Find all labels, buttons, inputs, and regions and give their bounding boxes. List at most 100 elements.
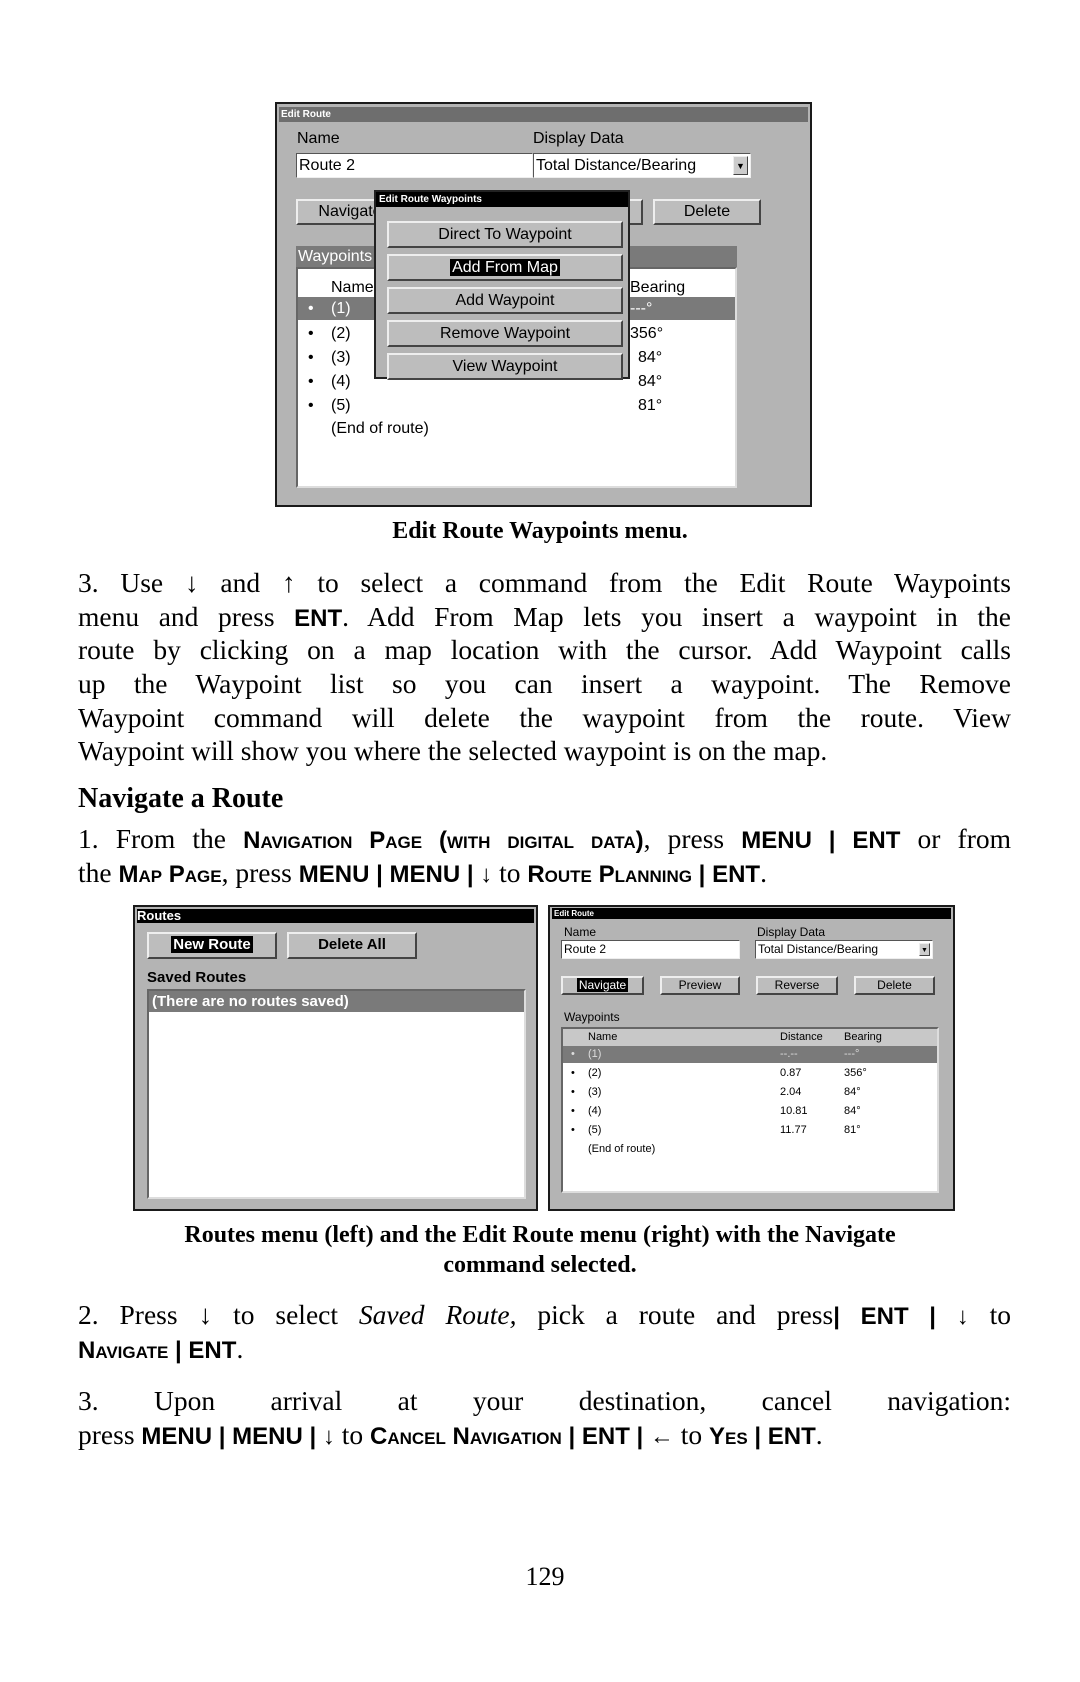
text-run: . bbox=[815, 1418, 823, 1450]
button-label: Navigate bbox=[576, 978, 629, 992]
delete-button[interactable]: Delete bbox=[653, 199, 761, 225]
new-route-button[interactable]: New Route bbox=[147, 932, 277, 959]
delete-all-button[interactable]: Delete All bbox=[287, 932, 417, 959]
waypoint-row[interactable]: • (1) --.-- ---° bbox=[563, 1046, 937, 1063]
name-label: Name bbox=[297, 130, 340, 147]
text-line: 1. From the Navigation Page (with digita… bbox=[78, 822, 1011, 856]
bullet-icon: • bbox=[571, 1124, 575, 1136]
preview-button[interactable]: Preview bbox=[660, 976, 740, 995]
figure-caption: Routes menu (left) and the Edit Route me… bbox=[184, 1222, 896, 1248]
key-sequence: | ENT bbox=[747, 1422, 816, 1450]
key-sequence: | ENT | ↓ bbox=[833, 1303, 969, 1330]
dropdown-arrow-icon[interactable]: ▼ bbox=[919, 943, 930, 956]
waypoint-bearing: 84° bbox=[844, 1105, 861, 1117]
key-sequence: Map Page bbox=[118, 860, 222, 888]
waypoint-name: (1) bbox=[588, 1048, 602, 1060]
step-3-cancel-paragraph: 3. Upon arrival at your destination, can… bbox=[78, 1384, 1011, 1451]
key-sequence: MENU | ENT bbox=[741, 827, 901, 854]
waypoint-row[interactable]: • (3) 2.04 84° bbox=[563, 1084, 937, 1101]
end-of-route: (End of route) bbox=[588, 1143, 656, 1155]
saved-routes-list[interactable]: (There are no routes saved) bbox=[147, 989, 526, 1199]
text-run: to bbox=[968, 1299, 1012, 1330]
menu-item-remove-waypoint[interactable]: Remove Waypoint bbox=[387, 320, 623, 347]
text-run: 2. Press ↓ to select bbox=[78, 1299, 359, 1330]
text-run: , press bbox=[221, 856, 299, 888]
key-sequence: Cancel Navigation bbox=[369, 1422, 562, 1450]
edit-route-waypoints-popup: Edit Route Waypoints Direct To Waypoint … bbox=[374, 190, 630, 380]
col-name-header: Name bbox=[588, 1031, 618, 1043]
col-name-header: Name bbox=[331, 279, 374, 296]
dropdown-arrow-icon[interactable]: ▼ bbox=[733, 156, 748, 175]
menu-item-direct-to-waypoint[interactable]: Direct To Waypoint bbox=[387, 221, 623, 248]
reverse-button[interactable]: Reverse bbox=[756, 976, 838, 995]
key-sequence: MENU | MENU | ↓ bbox=[141, 1422, 335, 1450]
waypoint-row[interactable]: • (5) 81° bbox=[298, 394, 735, 417]
popup-title-bar: Edit Route Waypoints bbox=[376, 192, 628, 207]
text-run: up the Waypoint list so you can insert a… bbox=[78, 668, 1011, 700]
route-name-input[interactable]: Route 2 bbox=[296, 153, 533, 178]
text-run: . Add From Map lets you insert a waypoin… bbox=[342, 600, 1011, 632]
waypoint-row[interactable]: • (4) 10.81 84° bbox=[563, 1103, 937, 1120]
title-bar: Edit Route bbox=[279, 107, 808, 122]
text-run: Saved Route, bbox=[358, 1299, 517, 1330]
waypoint-distance: 11.77 bbox=[780, 1124, 807, 1136]
menu-item-view-waypoint[interactable]: View Waypoint bbox=[387, 353, 623, 380]
text-run: 1. From the bbox=[78, 823, 244, 854]
waypoint-name: (3) bbox=[588, 1086, 602, 1098]
bullet-icon: • bbox=[308, 300, 314, 317]
menu-item-label: Direct To Waypoint bbox=[438, 226, 572, 243]
menu-item-add-waypoint[interactable]: Add Waypoint bbox=[387, 287, 623, 314]
waypoint-distance: 0.87 bbox=[780, 1067, 802, 1079]
waypoint-bearing: 84° bbox=[844, 1086, 861, 1098]
step-2-paragraph: 2. Press ↓ to select Saved Route, pick a… bbox=[78, 1298, 1011, 1365]
menu-item-add-from-map[interactable]: Add From Map bbox=[387, 254, 623, 281]
key-sequence: Yes bbox=[709, 1422, 748, 1450]
bullet-icon: • bbox=[571, 1048, 575, 1060]
step-3-paragraph: 3. Use ↓ and ↑ to select a command from … bbox=[78, 566, 1011, 768]
text-line: 2. Press ↓ to select Saved Route, pick a… bbox=[78, 1298, 1011, 1332]
edit-route-screen: Edit Route Name Route 2 Display Data Tot… bbox=[275, 102, 812, 507]
waypoint-name: (2) bbox=[331, 325, 351, 342]
bullet-icon: • bbox=[571, 1067, 575, 1079]
edit-route-screen-navigate: Edit Route Name Route 2 Display Data Tot… bbox=[548, 905, 955, 1211]
waypoints-label: Waypoints bbox=[564, 1010, 620, 1024]
text-run: or from bbox=[900, 823, 1011, 854]
section-heading: Navigate a Route bbox=[78, 783, 284, 814]
display-data-label: Display Data bbox=[533, 130, 624, 147]
waypoint-list[interactable]: Name Distance Bearing • (1) --.-- ---° •… bbox=[561, 1027, 939, 1193]
key-sequence: | ENT bbox=[168, 1336, 237, 1364]
bullet-icon: • bbox=[308, 397, 314, 414]
title-bar: Routes bbox=[137, 909, 534, 923]
saved-routes-label: Saved Routes bbox=[147, 969, 247, 986]
text-run: . bbox=[760, 856, 767, 888]
waypoint-row[interactable]: • (2) 0.87 356° bbox=[563, 1065, 937, 1082]
waypoint-bearing: 356° bbox=[630, 325, 664, 342]
waypoint-bearing: 356° bbox=[844, 1067, 867, 1079]
key-sequence: MENU | MENU | ↓ bbox=[298, 860, 493, 888]
text-run: to bbox=[673, 1418, 710, 1450]
waypoint-bearing: 81° bbox=[844, 1124, 861, 1136]
text-line: 3. Use ↓ and ↑ to select a command from … bbox=[78, 566, 1011, 600]
text-run: to bbox=[492, 856, 528, 888]
waypoint-bearing: ---° bbox=[630, 300, 653, 317]
key-sequence: Route Planning bbox=[527, 860, 693, 888]
display-data-select[interactable]: Total Distance/Bearing ▼ bbox=[755, 940, 933, 959]
empty-list-row: (There are no routes saved) bbox=[149, 991, 524, 1012]
waypoint-name: (4) bbox=[588, 1105, 602, 1117]
col-distance-header: Distance bbox=[780, 1031, 823, 1043]
display-data-select[interactable]: Total Distance/Bearing ▼ bbox=[533, 153, 751, 178]
waypoint-distance: 2.04 bbox=[780, 1086, 802, 1098]
text-line: 3. Upon arrival at your destination, can… bbox=[78, 1384, 1011, 1418]
text-line: Navigate | ENT. bbox=[78, 1332, 1011, 1366]
text-run: 3. Upon arrival at your destination, can… bbox=[78, 1385, 1011, 1416]
waypoint-name: (4) bbox=[331, 373, 351, 390]
text-line: route by clicking on a map location with… bbox=[78, 633, 1011, 667]
waypoint-row[interactable]: • (5) 11.77 81° bbox=[563, 1122, 937, 1139]
key-sequence: | ENT | ← bbox=[561, 1422, 674, 1450]
navigate-button[interactable]: Navigate bbox=[561, 976, 644, 995]
routes-screen: Routes New Route Delete All Saved Routes… bbox=[133, 905, 538, 1211]
menu-item-label: Remove Waypoint bbox=[439, 325, 571, 342]
route-name-input[interactable]: Route 2 bbox=[561, 940, 740, 959]
waypoint-bearing: 84° bbox=[638, 349, 663, 366]
delete-button[interactable]: Delete bbox=[854, 976, 935, 995]
